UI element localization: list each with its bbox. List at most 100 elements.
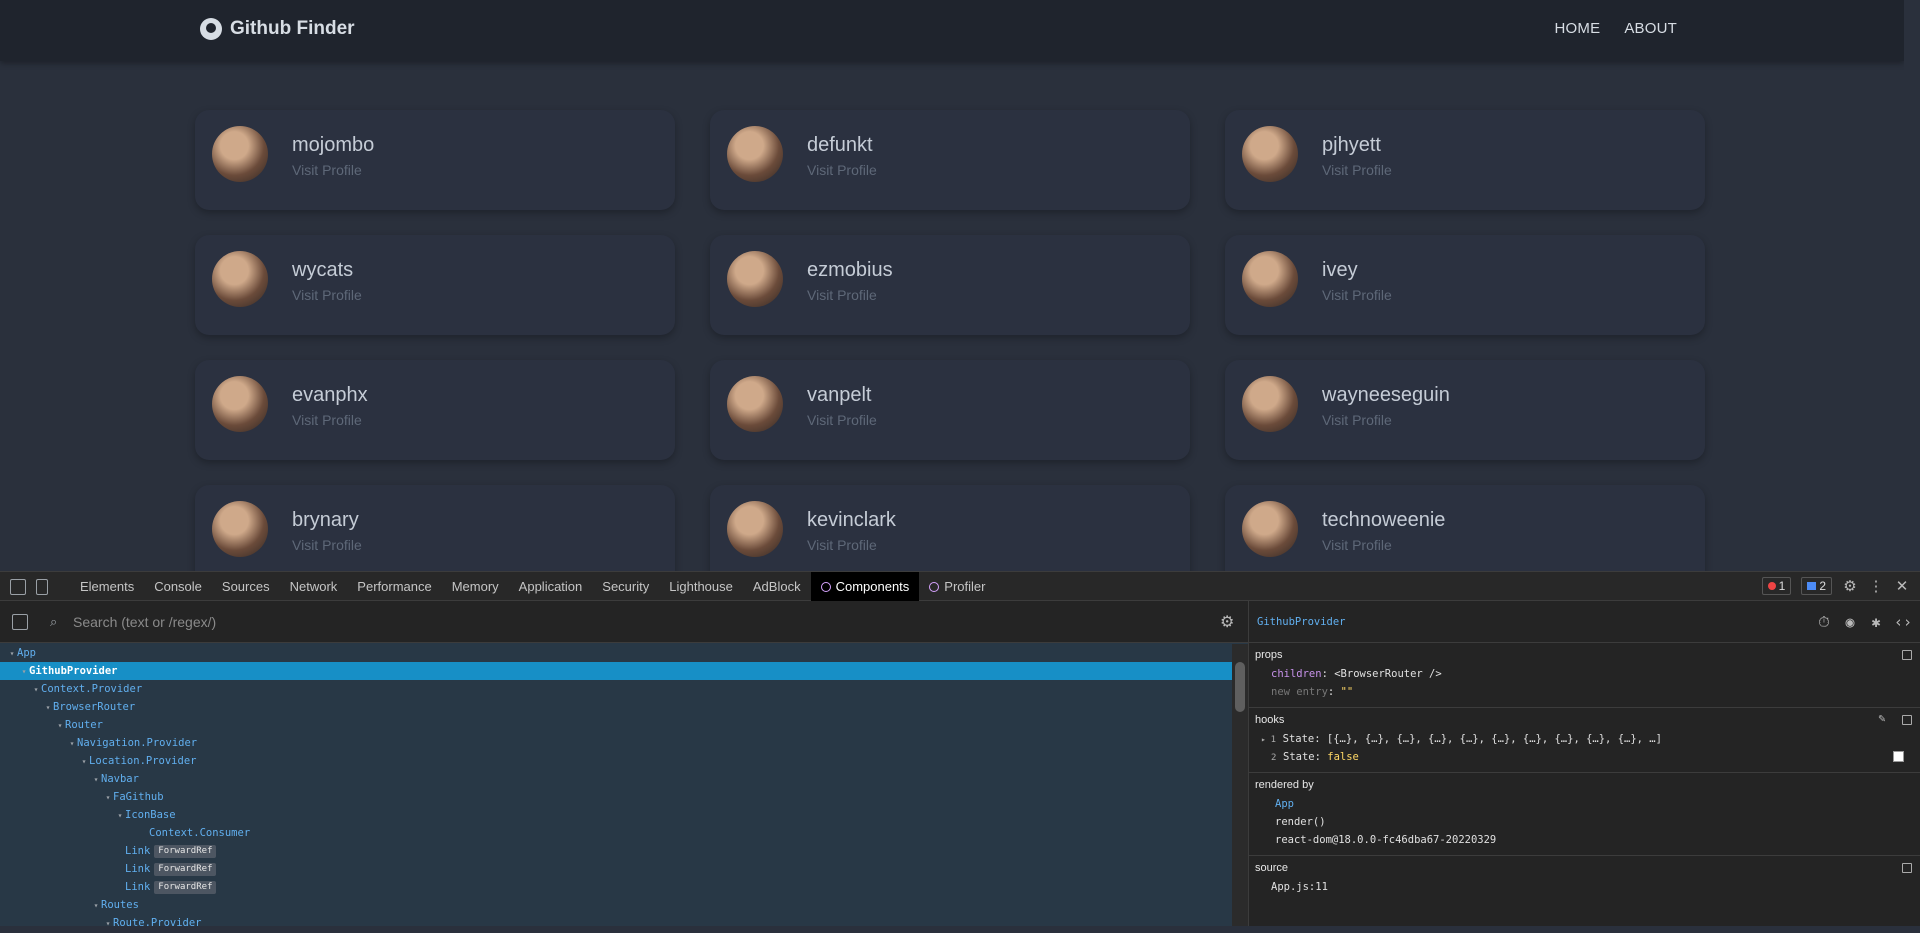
user-card[interactable]: ivey Visit Profile bbox=[1225, 235, 1705, 335]
devtools-tab-network[interactable]: Network bbox=[280, 572, 348, 601]
tree-node[interactable]: ▾ IconBase bbox=[0, 806, 1232, 824]
hook-state-1[interactable]: ▸ 1 State: [{…}, {…}, {…}, {…}, {…}, {…},… bbox=[1255, 730, 1914, 748]
user-avatar bbox=[1242, 501, 1298, 557]
devtools-tab-profiler[interactable]: Profiler bbox=[919, 572, 995, 601]
rendered-by-app-link[interactable]: App bbox=[1255, 795, 1914, 813]
settings-gear-icon[interactable]: ⚙ bbox=[1842, 577, 1858, 595]
expand-arrow-icon[interactable]: ▾ bbox=[91, 771, 101, 789]
devtools-tab-security[interactable]: Security bbox=[592, 572, 659, 601]
nav-home-link[interactable]: HOME bbox=[1555, 20, 1601, 37]
tree-settings-gear-icon[interactable]: ⚙ bbox=[1220, 612, 1234, 632]
expand-arrow-icon[interactable]: ▾ bbox=[115, 807, 125, 825]
visit-profile-link[interactable]: Visit Profile bbox=[1322, 537, 1392, 553]
hoc-badge: ForwardRef bbox=[154, 845, 217, 858]
expand-arrow-icon[interactable]: ▾ bbox=[43, 699, 53, 717]
user-card[interactable]: mojombo Visit Profile bbox=[195, 110, 675, 210]
tree-node[interactable]: Link ForwardRef bbox=[0, 860, 1232, 878]
visit-profile-link[interactable]: Visit Profile bbox=[807, 412, 877, 428]
tree-node[interactable]: ▾ Navigation.Provider bbox=[0, 734, 1232, 752]
expand-arrow-icon[interactable]: ▾ bbox=[91, 897, 101, 915]
user-card[interactable]: kevinclark Visit Profile bbox=[710, 485, 1190, 571]
tree-scrollbar[interactable] bbox=[1232, 644, 1248, 926]
visit-profile-link[interactable]: Visit Profile bbox=[292, 162, 362, 178]
inspect-element-icon[interactable] bbox=[10, 579, 26, 595]
expand-arrow-icon[interactable]: ▾ bbox=[19, 663, 29, 681]
component-search-input[interactable]: Search (text or /regex/) bbox=[73, 614, 216, 630]
tree-node[interactable]: ▾ Navbar bbox=[0, 770, 1232, 788]
more-options-icon[interactable]: ⋮ bbox=[1868, 577, 1884, 595]
source-location[interactable]: App.js:11 bbox=[1255, 878, 1914, 896]
tree-node[interactable]: Context.Consumer bbox=[0, 824, 1232, 842]
error-count-badge[interactable]: 1 bbox=[1761, 577, 1792, 595]
source-title: source bbox=[1255, 862, 1289, 874]
tree-node[interactable]: ▾ Routes bbox=[0, 896, 1232, 914]
copy-hooks-icon[interactable] bbox=[1902, 715, 1912, 725]
expand-arrow-icon[interactable]: ▾ bbox=[103, 789, 113, 807]
devtools-tab-console[interactable]: Console bbox=[144, 572, 212, 601]
brand-title: Github Finder bbox=[230, 18, 355, 39]
user-card[interactable]: ezmobius Visit Profile bbox=[710, 235, 1190, 335]
tree-node[interactable]: ▾ BrowserRouter bbox=[0, 698, 1232, 716]
prop-children[interactable]: children: <BrowserRouter /> bbox=[1255, 665, 1914, 683]
search-icon: ⌕ bbox=[50, 614, 58, 629]
user-card[interactable]: evanphx Visit Profile bbox=[195, 360, 675, 460]
tree-node[interactable]: ▾ Context.Provider bbox=[0, 680, 1232, 698]
user-avatar bbox=[727, 126, 783, 182]
expand-arrow-icon[interactable]: ▾ bbox=[7, 645, 17, 663]
message-count-badge[interactable]: 2 bbox=[1801, 577, 1832, 595]
visit-profile-link[interactable]: Visit Profile bbox=[807, 537, 877, 553]
visit-profile-link[interactable]: Visit Profile bbox=[292, 287, 362, 303]
visit-profile-link[interactable]: Visit Profile bbox=[1322, 412, 1392, 428]
user-card[interactable]: pjhyett Visit Profile bbox=[1225, 110, 1705, 210]
devtools-tab-adblock[interactable]: AdBlock bbox=[743, 572, 811, 601]
user-card[interactable]: wayneeseguin Visit Profile bbox=[1225, 360, 1705, 460]
visit-profile-link[interactable]: Visit Profile bbox=[1322, 287, 1392, 303]
tree-node[interactable]: ▾ GithubProvider bbox=[0, 662, 1232, 680]
prop-new-entry[interactable]: new entry: "" bbox=[1255, 683, 1914, 701]
visit-profile-link[interactable]: Visit Profile bbox=[807, 162, 877, 178]
user-card[interactable]: wycats Visit Profile bbox=[195, 235, 675, 335]
visit-profile-link[interactable]: Visit Profile bbox=[1322, 162, 1392, 178]
edit-wand-icon[interactable]: ✎ bbox=[1874, 711, 1890, 725]
devtools-tab-elements[interactable]: Elements bbox=[70, 572, 144, 601]
debug-bug-icon[interactable]: ✱ bbox=[1868, 613, 1884, 631]
devtools-tab-sources[interactable]: Sources bbox=[212, 572, 280, 601]
expand-arrow-icon[interactable]: ▾ bbox=[55, 717, 65, 735]
tree-node[interactable]: ▾ Router bbox=[0, 716, 1232, 734]
tree-node[interactable]: Link ForwardRef bbox=[0, 878, 1232, 896]
user-card[interactable]: defunkt Visit Profile bbox=[710, 110, 1190, 210]
user-card[interactable]: vanpelt Visit Profile bbox=[710, 360, 1190, 460]
user-login: ivey bbox=[1322, 259, 1358, 281]
expand-arrow-icon[interactable]: ▾ bbox=[79, 753, 89, 771]
select-component-icon[interactable] bbox=[12, 614, 28, 630]
device-toolbar-icon[interactable] bbox=[36, 579, 48, 595]
close-devtools-icon[interactable]: ✕ bbox=[1894, 577, 1910, 595]
expand-arrow-icon[interactable]: ▾ bbox=[67, 735, 77, 753]
devtools-tab-lighthouse[interactable]: Lighthouse bbox=[659, 572, 743, 601]
devtools-tab-components[interactable]: Components bbox=[810, 572, 920, 601]
tree-node[interactable]: ▾ Route.Provider bbox=[0, 914, 1232, 932]
suspend-timer-icon[interactable]: ⏱ bbox=[1816, 613, 1832, 631]
nav-about-link[interactable]: ABOUT bbox=[1624, 20, 1677, 37]
copy-props-icon[interactable] bbox=[1902, 650, 1912, 660]
user-card[interactable]: technoweenie Visit Profile bbox=[1225, 485, 1705, 571]
expand-arrow-icon[interactable]: ▾ bbox=[103, 915, 113, 933]
copy-source-icon[interactable] bbox=[1902, 863, 1912, 873]
inspect-dom-eye-icon[interactable]: ◉ bbox=[1842, 613, 1858, 631]
brand-link[interactable]: Github Finder bbox=[200, 18, 355, 40]
devtools-tab-performance[interactable]: Performance bbox=[347, 572, 441, 601]
visit-profile-link[interactable]: Visit Profile bbox=[292, 537, 362, 553]
visit-profile-link[interactable]: Visit Profile bbox=[807, 287, 877, 303]
expand-arrow-icon[interactable]: ▾ bbox=[31, 681, 41, 699]
hook-state-2[interactable]: 2 State: false bbox=[1255, 748, 1914, 766]
visit-profile-link[interactable]: Visit Profile bbox=[292, 412, 362, 428]
devtools-tab-application[interactable]: Application bbox=[509, 572, 593, 601]
state-false-checkbox[interactable] bbox=[1893, 751, 1904, 762]
user-card[interactable]: brynary Visit Profile bbox=[195, 485, 675, 571]
tree-node[interactable]: ▾ Location.Provider bbox=[0, 752, 1232, 770]
devtools-tab-memory[interactable]: Memory bbox=[442, 572, 509, 601]
tree-node[interactable]: ▾ App bbox=[0, 644, 1232, 662]
tree-node[interactable]: Link ForwardRef bbox=[0, 842, 1232, 860]
tree-node[interactable]: ▾ FaGithub bbox=[0, 788, 1232, 806]
view-source-icon[interactable]: ‹› bbox=[1894, 613, 1912, 631]
